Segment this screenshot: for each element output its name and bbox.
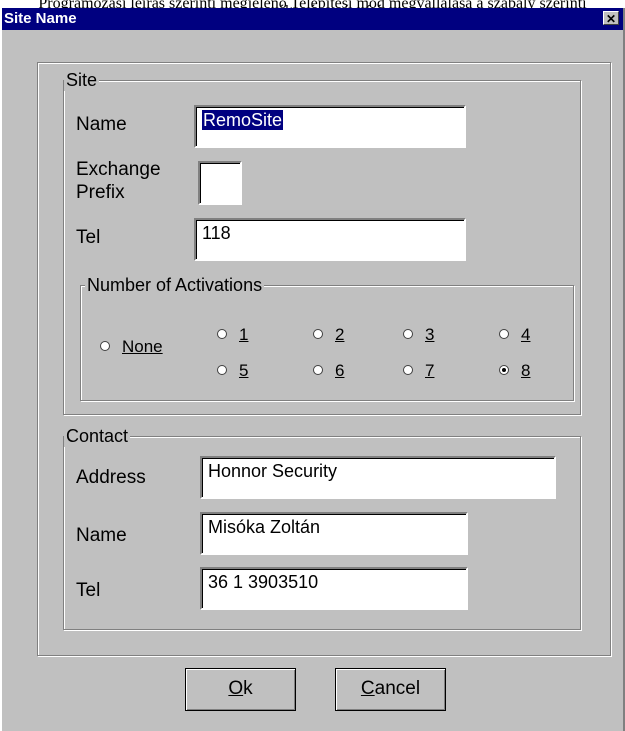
site-name-dialog: Site Name ✕ Site Name RemoSite Exchange … <box>0 8 625 731</box>
contact-name-label: Name <box>76 525 127 546</box>
radio-6[interactable]: 6 <box>313 360 363 382</box>
radio-1-circle <box>217 329 227 339</box>
radio-6-label: 6 <box>335 361 345 380</box>
radio-6-circle <box>313 365 323 375</box>
title-bar: Site Name ✕ <box>2 8 623 30</box>
site-group: Site Name RemoSite Exchange Prefix Tel 1… <box>63 69 581 415</box>
radio-1[interactable]: 1 <box>217 324 267 346</box>
radio-none-circle <box>100 341 110 351</box>
site-tel-label: Tel <box>76 227 101 248</box>
radio-1-label: 1 <box>239 325 249 344</box>
radio-5[interactable]: 5 <box>217 360 267 382</box>
ok-button[interactable]: Ok <box>185 668 296 711</box>
radio-3-circle <box>403 329 413 339</box>
radio-3[interactable]: 3 <box>403 324 453 346</box>
site-name-field[interactable]: RemoSite <box>194 105 466 148</box>
cancel-button[interactable]: Cancel <box>335 668 446 711</box>
radio-3-label: 3 <box>425 325 435 344</box>
radio-8[interactable]: 8 <box>499 360 549 382</box>
window-title: Site Name <box>4 10 77 27</box>
radio-4-circle <box>499 329 509 339</box>
exchange-prefix-label: Exchange <box>76 159 161 180</box>
radio-7[interactable]: 7 <box>403 360 453 382</box>
radio-7-circle <box>403 365 413 375</box>
radio-8-circle <box>499 365 509 375</box>
contact-address-field[interactable]: Honnor Security <box>200 456 556 499</box>
radio-4[interactable]: 4 <box>499 324 549 346</box>
radio-none-label: None <box>122 337 163 356</box>
site-tel-field[interactable]: 118 <box>194 218 466 261</box>
contact-group-caption: Contact <box>64 425 131 447</box>
radio-2[interactable]: 2 <box>313 324 363 346</box>
radio-7-label: 7 <box>425 361 435 380</box>
radio-2-circle <box>313 329 323 339</box>
contact-tel-field[interactable]: 36 1 3903510 <box>200 567 468 610</box>
radio-8-selected-dot <box>502 368 506 372</box>
page-caption-fragment: Programozási leírás szerinti megjelenő T… <box>0 0 625 8</box>
site-name-value: RemoSite <box>202 110 284 130</box>
radio-8-label: 8 <box>521 361 531 380</box>
contact-address-label: Address <box>76 467 146 488</box>
exchange-prefix-label-line2: Prefix <box>76 182 125 203</box>
radio-5-label: 5 <box>239 361 249 380</box>
radio-none[interactable]: None <box>100 336 190 358</box>
activations-group: Number of Activations None 1 2 3 4 5 6 7… <box>80 274 574 401</box>
contact-group: Contact Address Honnor Security Name Mis… <box>63 425 581 630</box>
radio-2-label: 2 <box>335 325 345 344</box>
contact-name-field[interactable]: Misóka Zoltán <box>200 512 468 555</box>
site-group-caption: Site <box>64 69 100 91</box>
exchange-prefix-field[interactable] <box>198 161 242 205</box>
site-name-label: Name <box>76 114 127 135</box>
activations-group-caption: Number of Activations <box>85 274 265 296</box>
close-icon[interactable]: ✕ <box>603 11 619 26</box>
contact-tel-label: Tel <box>76 580 101 601</box>
radio-4-label: 4 <box>521 325 531 344</box>
radio-5-circle <box>217 365 227 375</box>
